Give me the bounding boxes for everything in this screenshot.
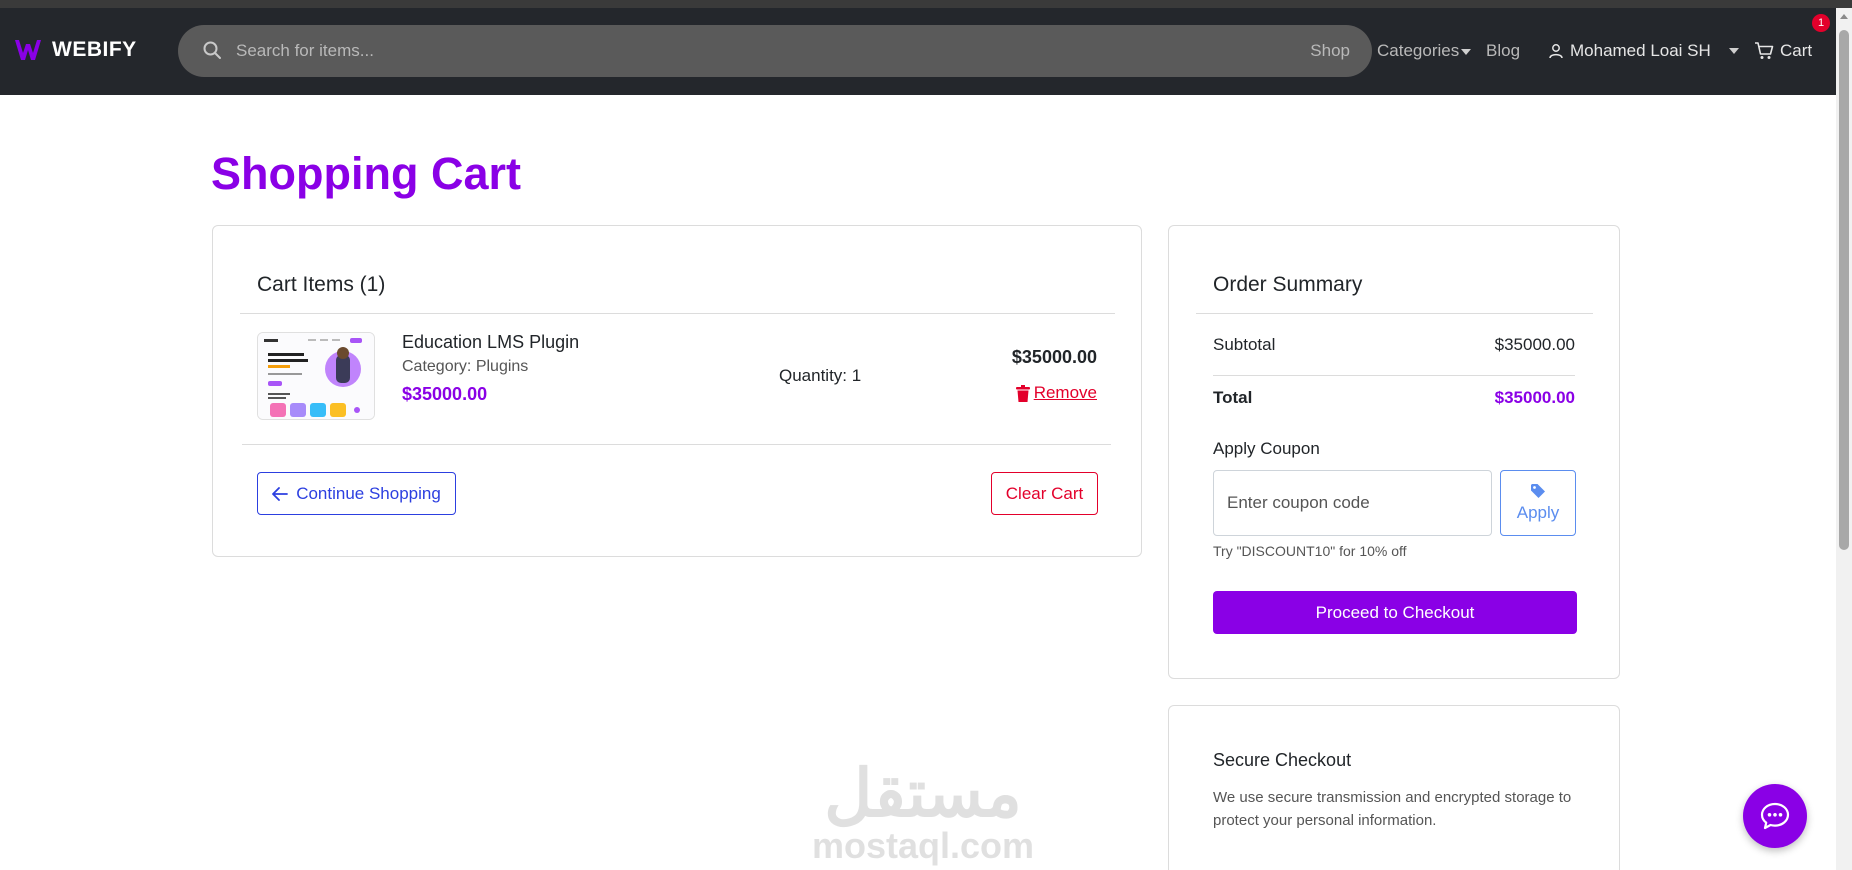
chevron-down-icon	[1461, 48, 1472, 55]
chevron-down-icon	[1728, 48, 1739, 54]
apply-label: Apply	[1516, 503, 1560, 522]
brand[interactable]: WEBIFY	[14, 38, 137, 62]
chat-button[interactable]	[1743, 784, 1807, 848]
secure-checkout-text: We use secure transmission and encrypted…	[1213, 789, 1572, 829]
cart-item-price: $35000.00	[402, 384, 488, 404]
proceed-to-checkout-button[interactable]: Proceed to Checkout	[1213, 591, 1577, 634]
arrow-left-icon	[272, 486, 289, 501]
search-input[interactable]	[236, 25, 1136, 77]
continue-shopping-button[interactable]: Continue Shopping	[257, 472, 456, 515]
watermark-latin: mostaql.com	[812, 825, 1035, 866]
brand-name: WEBIFY	[52, 38, 137, 61]
user-menu[interactable]: Mohamed Loai SH	[1548, 41, 1739, 61]
order-summary-heading: Order Summary	[1213, 273, 1363, 296]
scrollbar-thumb[interactable]	[1839, 30, 1849, 550]
chat-icon	[1760, 802, 1790, 830]
nav-categories-label: Categories	[1377, 41, 1460, 60]
divider	[240, 313, 1115, 314]
cart-label: Cart	[1780, 41, 1813, 60]
divider	[1196, 313, 1593, 314]
subtotal-row: Subtotal $35000.00	[1213, 335, 1575, 355]
coupon-code-input[interactable]	[1213, 470, 1492, 536]
subtotal-label: Subtotal	[1213, 335, 1276, 354]
tag-icon	[1531, 484, 1545, 498]
total-label: Total	[1213, 388, 1253, 407]
scroll-up-arrow-icon[interactable]	[1840, 14, 1848, 19]
cart-items-card: Cart Items (1) Education LMS Plugin Cate…	[212, 225, 1142, 557]
nav-categories-dropdown[interactable]: Categories	[1377, 41, 1472, 61]
coupon-label: Apply Coupon	[1213, 439, 1320, 458]
cart-item-line-total: $35000.00	[1011, 347, 1097, 367]
subtotal-value: $35000.00	[1494, 335, 1575, 354]
watermark-arabic: مستقل	[824, 756, 1022, 830]
continue-shopping-label: Continue Shopping	[296, 483, 441, 503]
page-title: Shopping Cart	[211, 148, 521, 199]
product-image	[258, 333, 374, 419]
navbar: WEBIFY Shop Categories Blog Mohamed Loai…	[0, 8, 1836, 95]
search-bar: Shop	[178, 25, 1372, 77]
remove-label: Remove	[1033, 383, 1097, 402]
trash-icon	[1015, 384, 1030, 402]
remove-item-button[interactable]: Remove	[1015, 383, 1097, 403]
cart-count-badge: 1	[1812, 14, 1830, 32]
order-summary-card: Order Summary Subtotal $35000.00 Total $…	[1168, 225, 1620, 679]
page-scrollbar[interactable]	[1836, 8, 1852, 870]
total-row: Total $35000.00	[1213, 388, 1575, 408]
mostaql-watermark: مستقل mostaql.com	[812, 760, 1034, 866]
cart-item-quantity: Quantity: 1	[779, 366, 862, 385]
nav-blog-link[interactable]: Blog	[1486, 41, 1520, 61]
cart-item-category: Category: Plugins	[402, 358, 529, 375]
divider	[1213, 375, 1575, 376]
nav-cart-link[interactable]: Cart	[1754, 41, 1812, 61]
clear-cart-button[interactable]: Clear Cart	[991, 472, 1098, 515]
total-value: $35000.00	[1494, 388, 1575, 407]
user-name: Mohamed Loai SH	[1570, 41, 1711, 60]
cart-icon	[1755, 42, 1774, 59]
user-icon	[1549, 44, 1563, 59]
cart-item-name[interactable]: Education LMS Plugin	[402, 332, 579, 353]
cart-items-heading: Cart Items (1)	[257, 273, 386, 296]
product-thumbnail[interactable]	[257, 332, 375, 420]
search-icon	[203, 41, 221, 59]
browser-top-strip	[0, 0, 1852, 8]
nav-shop-link[interactable]: Shop	[1310, 41, 1350, 61]
apply-coupon-button[interactable]: Apply	[1500, 470, 1576, 536]
secure-checkout-card: Secure Checkout We use secure transmissi…	[1168, 705, 1620, 870]
webify-logo-icon	[15, 40, 41, 60]
divider	[242, 444, 1111, 445]
coupon-hint: Try "DISCOUNT10" for 10% off	[1213, 543, 1407, 559]
secure-checkout-title: Secure Checkout	[1213, 750, 1352, 770]
